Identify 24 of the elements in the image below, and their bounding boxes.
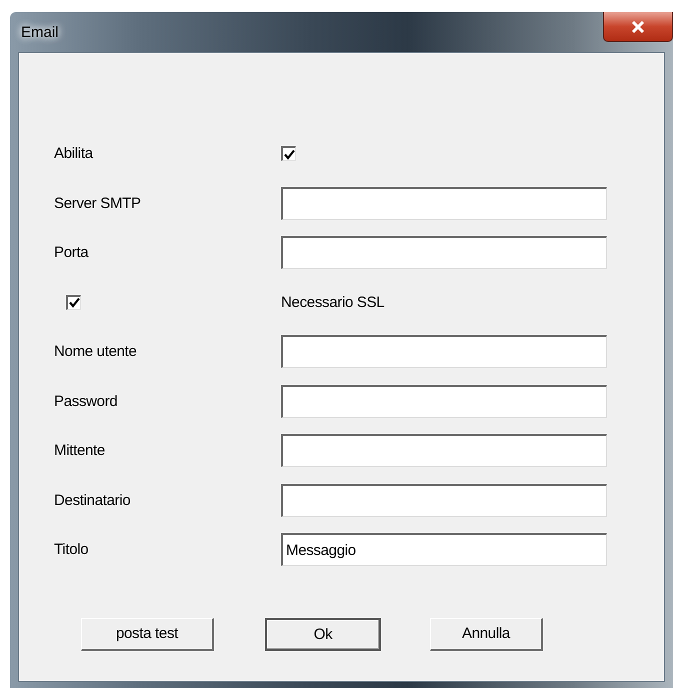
field-label: Necessario SSL [281, 294, 386, 311]
dialog-button[interactable]: posta test [81, 618, 214, 650]
field-label: Server SMTP [54, 194, 142, 212]
field-label: Nome utente [54, 343, 138, 360]
dialog-button[interactable]: Annulla [430, 618, 543, 650]
input-field[interactable] [281, 335, 607, 368]
input-field[interactable] [281, 236, 607, 270]
input-field[interactable] [281, 186, 607, 220]
input-field[interactable] [281, 484, 607, 517]
input-field[interactable] [281, 434, 607, 468]
close-icon [631, 20, 645, 32]
checkbox[interactable] [281, 146, 296, 162]
field-label: Password [54, 392, 118, 410]
checkbox[interactable] [66, 294, 81, 310]
window-title: Email [20, 24, 59, 40]
field-label: Abilita [54, 145, 94, 162]
input-field[interactable]: Messaggio [281, 533, 607, 566]
field-label: Mittente [54, 442, 106, 460]
field-label: Titolo [54, 541, 90, 558]
input-field[interactable] [281, 384, 607, 418]
field-label: Porta [54, 244, 90, 262]
field-label: Destinatario [54, 492, 132, 509]
close-button[interactable] [603, 12, 673, 42]
dialog-button[interactable]: Ok [265, 618, 381, 650]
